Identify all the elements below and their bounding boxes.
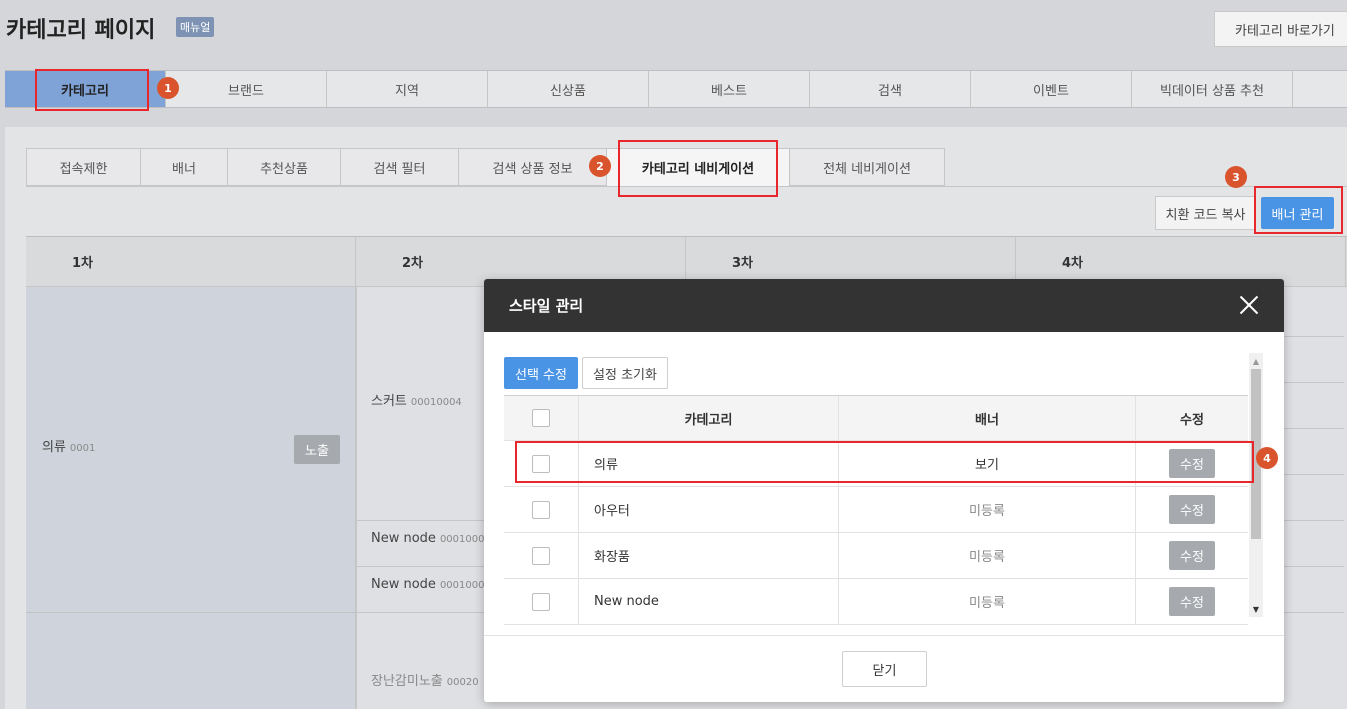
row-banner-status: 미등록 <box>839 579 1136 624</box>
modal-title: 스타일 관리 <box>509 297 584 315</box>
edit-button[interactable]: 수정 <box>1169 541 1215 570</box>
row-banner-status: 미등록 <box>839 533 1136 578</box>
column-header-banner: 배너 <box>839 396 1136 440</box>
edit-button[interactable]: 수정 <box>1169 587 1215 616</box>
table-row: New node 미등록 수정 <box>504 579 1248 625</box>
highlight-box <box>515 441 1254 483</box>
category-name: 장난감미노출 <box>371 674 443 689</box>
tab-bigdata-recommend[interactable]: 빅데이터 상품 추천 <box>1132 71 1293 107</box>
tab-best[interactable]: 베스트 <box>649 71 810 107</box>
row-category: 화장품 <box>579 533 839 578</box>
page-title: 카테고리 페이지 <box>6 18 156 43</box>
category-level2-item[interactable]: New node 00010005 <box>371 531 491 546</box>
modal-header: 스타일 관리 <box>484 279 1284 332</box>
category-code: 00010004 <box>410 397 462 408</box>
sub-tabs: 접속제한 배너 추천상품 검색 필터 검색 상품 정보 카테고리 네비게이션 전… <box>26 148 945 186</box>
close-icon[interactable] <box>1239 295 1259 315</box>
category-level1-item[interactable]: 의류 0001 <box>42 436 95 455</box>
row-category: New node <box>579 579 839 624</box>
grid-row-divider <box>1284 612 1344 613</box>
tab-new-products[interactable]: 신상품 <box>488 71 649 107</box>
goto-category-button[interactable]: 카테고리 바로가기 <box>1214 11 1347 47</box>
subtab-all-navigation[interactable]: 전체 네비게이션 <box>789 148 945 186</box>
table-header-row: 카테고리 배너 수정 <box>504 395 1248 441</box>
subtab-search-product-info[interactable]: 검색 상품 정보 <box>458 148 606 186</box>
manual-badge[interactable]: 매뉴얼 <box>176 17 215 37</box>
category-name: New node <box>371 531 436 546</box>
table-row: 화장품 미등록 수정 <box>504 533 1248 579</box>
highlight-box <box>1254 186 1343 234</box>
top-tabs: 카테고리 브랜드 지역 신상품 베스트 검색 이벤트 빅데이터 상품 추천 <box>5 70 1347 108</box>
tab-brand[interactable]: 브랜드 <box>166 71 327 107</box>
grid-row-divider <box>1284 566 1344 567</box>
select-all-checkbox[interactable] <box>532 409 550 427</box>
row-checkbox[interactable] <box>532 592 550 611</box>
column-header-category: 카테고리 <box>579 396 839 440</box>
step-marker-3: 3 <box>1225 166 1247 188</box>
grid-row-divider <box>1284 382 1344 383</box>
step-marker-4: 4 <box>1256 447 1278 469</box>
category-level2-item[interactable]: 장난감미노출 00020 <box>371 670 479 689</box>
row-checkbox[interactable] <box>532 546 550 565</box>
scroll-up-icon[interactable]: ▲ <box>1249 355 1263 367</box>
tab-search[interactable]: 검색 <box>810 71 971 107</box>
copy-code-button[interactable]: 치환 코드 복사 <box>1155 196 1256 230</box>
grid-row-divider <box>1284 336 1344 337</box>
scroll-down-icon[interactable]: ▼ <box>1249 603 1263 615</box>
grid-column-level1 <box>26 287 356 709</box>
close-button[interactable]: 닫기 <box>842 651 927 687</box>
tab-region[interactable]: 지역 <box>327 71 488 107</box>
modal-footer: 닫기 <box>484 635 1284 702</box>
expose-button[interactable]: 노출 <box>294 435 340 464</box>
category-name: 의류 <box>42 440 66 455</box>
row-category: 아우터 <box>579 487 839 532</box>
grid-row-divider <box>1284 520 1344 521</box>
grid-row-divider <box>1284 428 1344 429</box>
grid-row-divider <box>26 612 356 613</box>
column-header-edit: 수정 <box>1180 412 1204 428</box>
highlight-box <box>618 140 778 197</box>
category-level2-item[interactable]: 스커트 00010004 <box>371 390 462 409</box>
step-marker-2: 2 <box>589 155 611 177</box>
table-row: 아우터 미등록 수정 <box>504 487 1248 533</box>
category-name: New node <box>371 577 436 592</box>
category-code: 00020 <box>446 677 479 688</box>
tab-event[interactable]: 이벤트 <box>971 71 1132 107</box>
grid-column-divider <box>356 287 357 709</box>
subtab-access-restriction[interactable]: 접속제한 <box>26 148 140 186</box>
reset-settings-button[interactable]: 설정 초기화 <box>582 357 668 389</box>
subtab-recommended[interactable]: 추천상품 <box>227 148 340 186</box>
category-name: 스커트 <box>371 394 407 409</box>
subtab-banner[interactable]: 배너 <box>140 148 227 186</box>
category-code: 0001 <box>69 443 96 454</box>
grid-header-level1: 1차 <box>26 237 356 286</box>
row-checkbox[interactable] <box>532 500 550 519</box>
style-manage-modal: 스타일 관리 선택 수정 설정 초기화 카테고리 배너 수정 의류 보기 수정 … <box>484 279 1284 702</box>
row-banner-status: 미등록 <box>839 487 1136 532</box>
subtab-search-filter[interactable]: 검색 필터 <box>340 148 458 186</box>
highlight-box <box>35 69 149 111</box>
table-scrollbar[interactable]: ▲ ▼ <box>1249 353 1263 617</box>
category-level2-item[interactable]: New node 00010006 <box>371 577 491 592</box>
step-marker-1: 1 <box>157 77 179 99</box>
edit-button[interactable]: 수정 <box>1169 495 1215 524</box>
select-edit-button[interactable]: 선택 수정 <box>504 357 578 389</box>
grid-row-divider <box>1284 474 1344 475</box>
